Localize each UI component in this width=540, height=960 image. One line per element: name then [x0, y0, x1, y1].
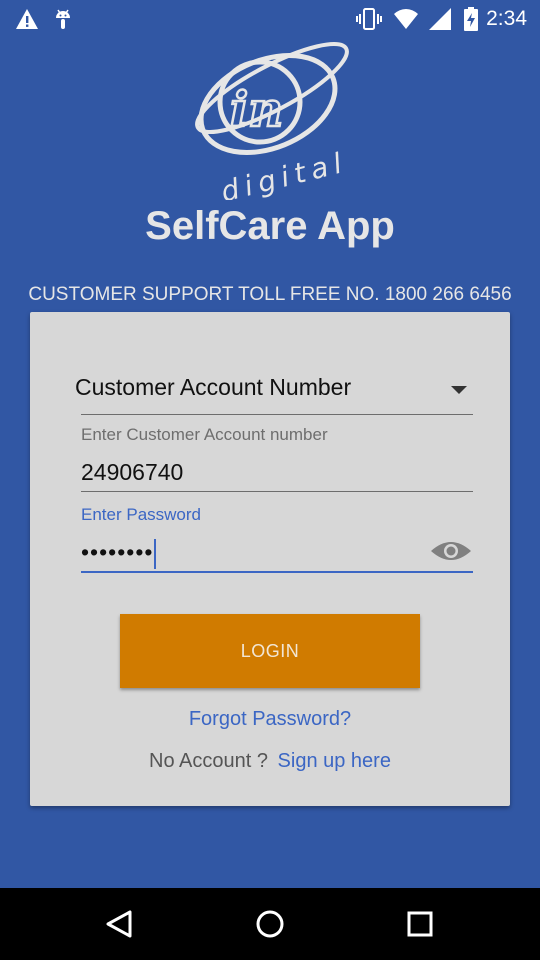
account-input[interactable]: 24906740 [81, 459, 183, 486]
login-card: Customer Account Number Enter Customer A… [30, 312, 510, 806]
eye-icon[interactable] [429, 537, 473, 565]
password-input-wrap[interactable]: •••••••• [81, 539, 157, 569]
dropdown-underline [81, 414, 473, 415]
account-underline [81, 491, 473, 492]
wifi-icon [394, 9, 418, 29]
password-field[interactable]: Enter Password •••••••• [81, 505, 473, 577]
login-type-dropdown[interactable]: Customer Account Number [75, 372, 473, 416]
password-input[interactable]: •••••••• [81, 539, 153, 565]
account-field-label: Enter Customer Account number [81, 425, 328, 444]
status-time: 2:34 [486, 7, 527, 30]
forgot-password-link[interactable]: Forgot Password? [30, 708, 510, 731]
app-title: SelfCare App [145, 204, 395, 248]
indigital-logo: in digital [195, 42, 351, 200]
signup-row: No Account ? Sign up here [30, 750, 510, 773]
navigation-bar [0, 888, 540, 960]
login-screen: 2:34 in digital SelfCare App CUSTOMER SU… [0, 0, 540, 960]
back-icon[interactable] [100, 904, 140, 944]
logo-mark: in [230, 82, 283, 138]
signal-icon [429, 8, 451, 30]
home-icon[interactable] [250, 904, 290, 944]
password-underline [81, 571, 473, 573]
login-button[interactable]: LOGIN [120, 614, 420, 688]
warning-icon [16, 9, 38, 29]
battery-charging-icon [464, 7, 478, 31]
status-bar: 2:34 [0, 0, 540, 38]
password-field-label: Enter Password [81, 505, 201, 524]
support-line: CUSTOMER SUPPORT TOLL FREE NO. 1800 266 … [28, 284, 512, 305]
text-cursor [154, 539, 157, 569]
dropdown-arrow-icon [451, 386, 467, 394]
account-field[interactable]: Enter Customer Account number 24906740 [81, 425, 473, 495]
no-account-text: No Account ? [149, 750, 268, 772]
vibrate-icon [356, 8, 382, 30]
signup-link[interactable]: Sign up here [278, 750, 391, 772]
login-type-selected: Customer Account Number [75, 374, 352, 400]
android-debug-icon [56, 9, 70, 29]
recents-icon[interactable] [400, 904, 440, 944]
